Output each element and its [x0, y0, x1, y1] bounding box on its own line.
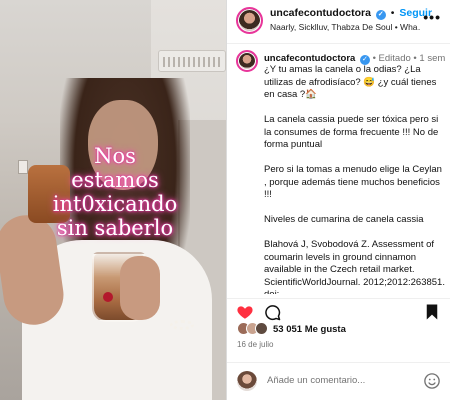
post-date[interactable]: 16 de julio — [237, 340, 273, 349]
caption-text: ¿Y tu amas la canela o la odias? ¿La uti… — [264, 64, 447, 294]
air-conditioner — [158, 50, 226, 72]
author-avatar[interactable] — [236, 7, 263, 34]
overlay-line: Nos — [94, 144, 136, 168]
comment-bar — [227, 362, 450, 400]
overlay-line: estamos — [71, 168, 159, 192]
video-overlay-text: Nos estamos int0xicando sin saberlo — [30, 144, 200, 240]
caption-paragraph: La canela cassia puede ser tóxica pero s… — [264, 114, 439, 150]
caption-paragraph: Pero si la tomas a menudo elige la Ceyla… — [264, 164, 442, 200]
light-switch — [18, 160, 28, 174]
caption-paragraph: ¿Y tu amas la canela o la odias? ¿La uti… — [264, 64, 437, 100]
post-time[interactable]: 1 sem — [419, 53, 445, 64]
liker-avatar — [255, 322, 268, 335]
verified-badge-icon: ✓ — [375, 10, 386, 20]
caption-section: uncafecontudoctora ✓ • Editado • 1 sem ¿… — [227, 44, 450, 294]
post-side-panel: uncafecontudoctora ✓ • Seguir Naarly, Si… — [226, 0, 450, 400]
caption-username[interactable]: uncafecontudoctora — [264, 53, 355, 64]
cherry — [103, 292, 113, 302]
pearl-bracelet — [170, 320, 194, 330]
emoji-icon[interactable] — [423, 372, 441, 390]
likes-count[interactable]: 53 051 Me gusta — [273, 324, 346, 335]
post-media[interactable]: Nos estamos int0xicando sin saberlo — [0, 0, 226, 400]
comment-input[interactable] — [267, 375, 417, 386]
audio-attribution[interactable]: Naarly, Sicklluv, Thabza De Soul • Wha… — [270, 22, 420, 32]
overlay-line: sin saberlo — [56, 216, 174, 240]
author-username[interactable]: uncafecontudoctora — [270, 7, 371, 19]
caption-paragraph: Niveles de cumarina de canela cassia — [264, 214, 424, 225]
overlay-line: int0xicando — [52, 192, 178, 216]
edited-label: • Editado • — [372, 53, 417, 64]
comment-icon[interactable] — [263, 303, 281, 321]
heart-icon[interactable] — [236, 303, 254, 321]
separator-dot: • — [390, 7, 395, 19]
post-header: uncafecontudoctora ✓ • Seguir Naarly, Si… — [227, 0, 450, 44]
viewer-avatar — [237, 371, 257, 391]
more-options-icon[interactable]: ••• — [423, 10, 441, 24]
caption-paragraph: Blahová J, Svobodová Z. Assessment of co… — [264, 239, 445, 294]
header-user-line: uncafecontudoctora ✓ • Seguir — [270, 7, 432, 20]
bookmark-icon[interactable] — [423, 303, 441, 321]
person-hand — [120, 256, 160, 320]
caption-author-avatar[interactable] — [236, 50, 258, 72]
